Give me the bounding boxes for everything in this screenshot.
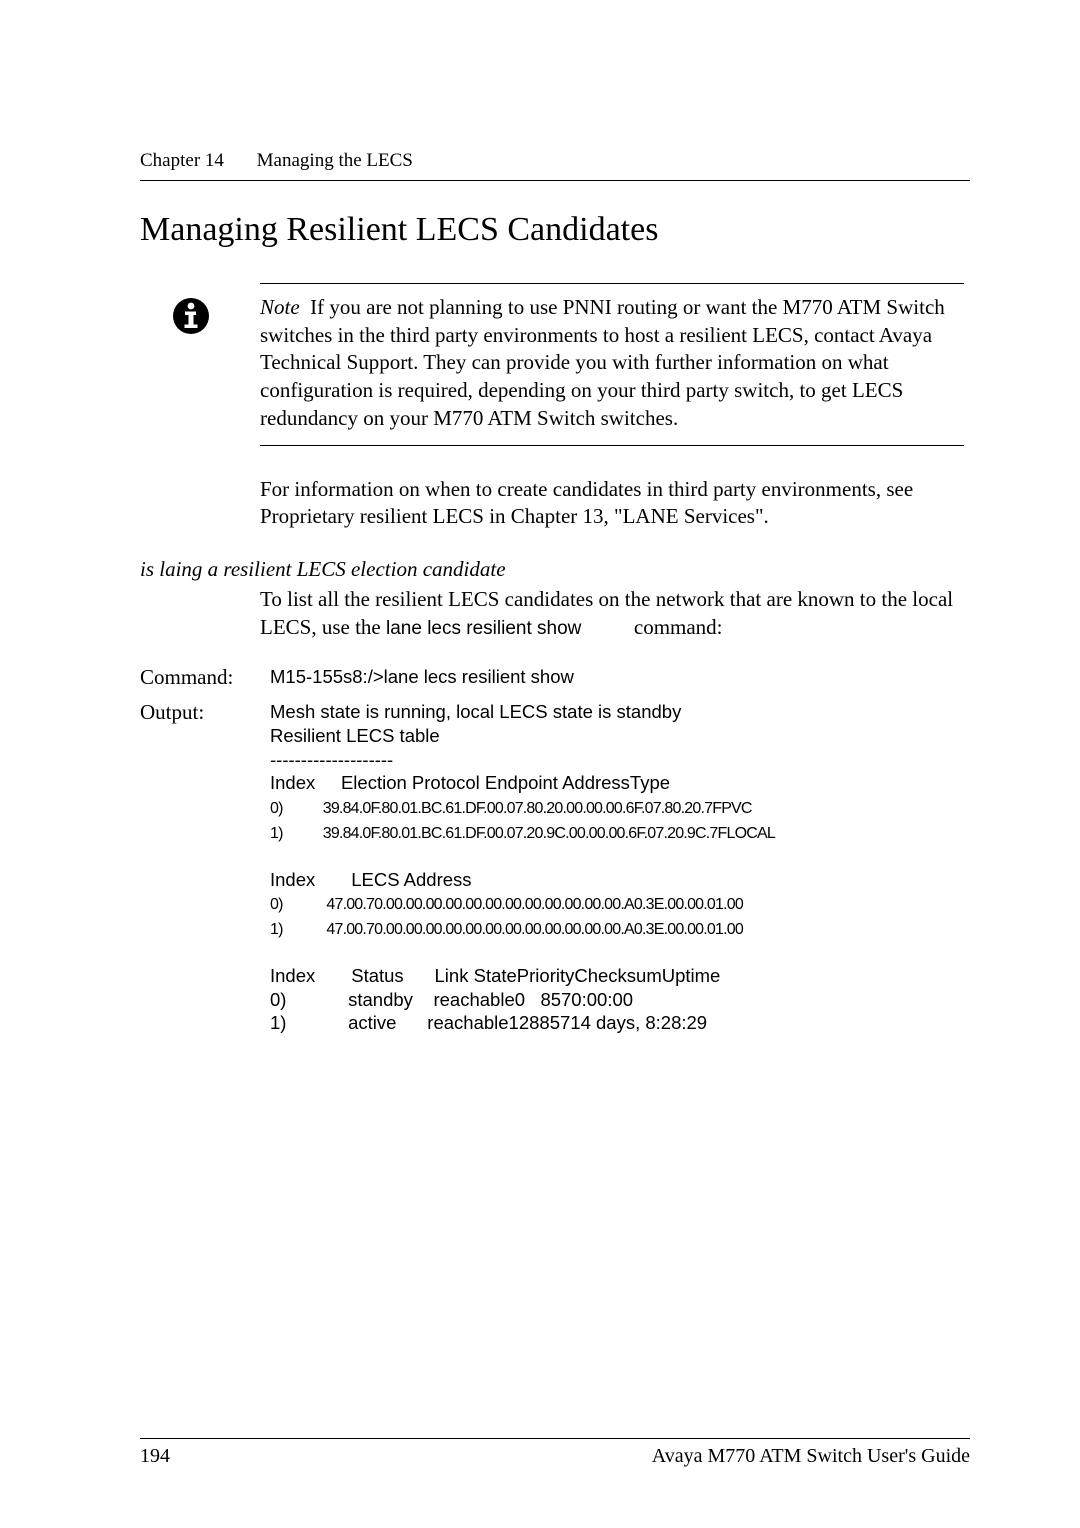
out-l4: 0) 39.84.0F.80.01.BC.61.DF.00.07.80.20.0… <box>270 800 752 817</box>
out-l11: Index Status Link StatePriorityChecksumU… <box>270 965 720 986</box>
chapter-label: Chapter 14 <box>140 150 224 172</box>
footer: 194 Avaya M770 ATM Switch User's Guide <box>140 1438 970 1468</box>
out-l2: -------------------- <box>270 749 393 770</box>
out-l13: 1) active reachable12885714 days, 8:28:2… <box>270 1012 707 1033</box>
command-output-section: Command: M15-155s8:/>lane lecs resilient… <box>140 665 970 1035</box>
inline-command: lane lecs resilient show <box>386 618 581 639</box>
body-paragraph-1: For information on when to create candid… <box>260 476 964 531</box>
out-l9: 1) 47.00.70.00.00.00.00.00.00.00.00.00.0… <box>270 921 743 938</box>
note-body: If you are not planning to use PNNI rout… <box>260 295 945 430</box>
output-value: Mesh state is running, local LECS state … <box>270 700 775 1035</box>
command-label: Command: <box>140 665 270 690</box>
command-value: M15-155s8:/>lane lecs resilient show <box>270 665 574 689</box>
page-number: 194 <box>140 1445 170 1468</box>
doc-title: Avaya M770 ATM Switch User's Guide <box>652 1445 970 1468</box>
subsection-row: is laing a resilient LECS election candi… <box>140 557 970 582</box>
note-label: Note <box>260 295 300 319</box>
note-block: Note If you are not planning to use PNNI… <box>260 283 964 446</box>
running-head: Chapter 14 Managing the LECS <box>140 150 970 172</box>
body-paragraph-2: To list all the resilient LECS candidate… <box>260 586 964 641</box>
info-icon <box>172 297 210 335</box>
out-l8: 0) 47.00.70.00.00.00.00.00.00.00.00.00.0… <box>270 896 743 913</box>
header-rule <box>140 180 970 181</box>
command-row: Command: M15-155s8:/>lane lecs resilient… <box>140 665 970 690</box>
note-text: Note If you are not planning to use PNNI… <box>260 294 964 433</box>
out-l12: 0) standby reachable0 8570:00:00 <box>270 989 633 1010</box>
out-l1: Resilient LECS table <box>270 725 440 746</box>
note-top-rule <box>260 283 964 284</box>
output-label: Output: <box>140 700 270 725</box>
section-heading: Managing Resilient LECS Candidates <box>140 211 970 249</box>
footer-row: 194 Avaya M770 ATM Switch User's Guide <box>140 1445 970 1468</box>
chapter-title: Managing the LECS <box>257 150 413 171</box>
footer-rule <box>140 1438 970 1439</box>
out-l3: Index Election Protocol Endpoint Address… <box>270 772 670 793</box>
page: Chapter 14 Managing the LECS Managing Re… <box>0 0 1080 1528</box>
para2-post: command: <box>629 615 723 639</box>
out-l0: Mesh state is running, local LECS state … <box>270 701 681 722</box>
out-l7: Index LECS Address <box>270 869 472 890</box>
out-l5: 1) 39.84.0F.80.01.BC.61.DF.00.07.20.9C.0… <box>270 825 775 842</box>
note-bottom-rule <box>260 445 964 446</box>
output-row: Output: Mesh state is running, local LEC… <box>140 700 970 1035</box>
subsection-title: is laing a resilient LECS election candi… <box>140 557 506 582</box>
